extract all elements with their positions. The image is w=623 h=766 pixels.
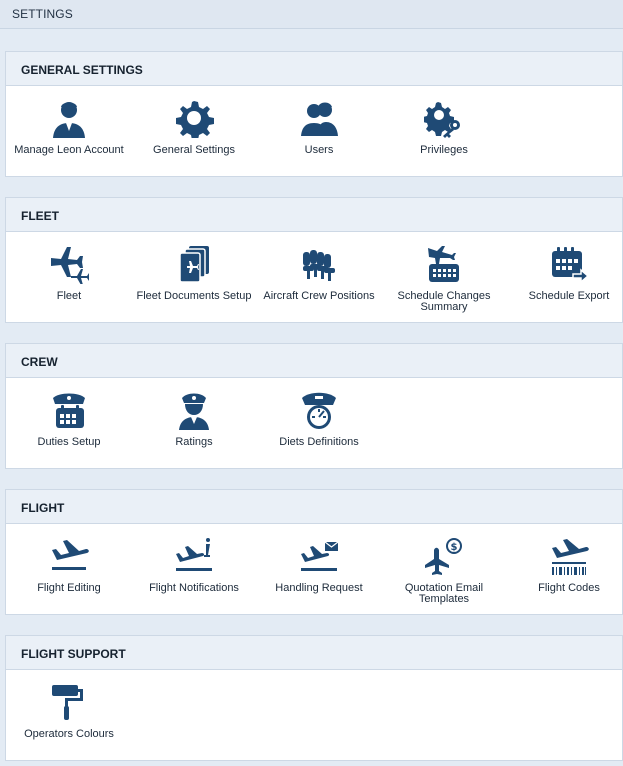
- tile-operators-colours[interactable]: Operators Colours: [9, 670, 129, 760]
- users-icon: [301, 102, 338, 136]
- page-title: SETTINGS: [12, 7, 73, 21]
- tile-label: Fleet: [56, 290, 82, 302]
- tile-label: Handling Request: [275, 582, 363, 594]
- section-title: FLEET: [21, 209, 59, 223]
- pilot-calendar-icon: [53, 393, 85, 428]
- crew-seats-icon: [303, 250, 335, 281]
- tile-flight-editing[interactable]: Flight Editing: [9, 524, 129, 614]
- calendar-export-icon: [552, 247, 589, 284]
- section-general-settings: GENERAL SETTINGS Manage Leon Account Gener…: [5, 51, 623, 177]
- tile-general-settings[interactable]: General Settings: [134, 86, 254, 176]
- section-header: FLIGHT SUPPORT: [6, 636, 622, 670]
- tile-duties-setup[interactable]: Duties Setup: [9, 378, 129, 468]
- tile-label: Ratings: [175, 436, 213, 448]
- tile-label: Privileges: [420, 144, 468, 156]
- section-header: FLIGHT: [6, 490, 622, 524]
- tile-users[interactable]: Users: [259, 86, 379, 176]
- tile-label: Diets Definitions: [279, 436, 359, 448]
- tile-manage-leon-account[interactable]: Manage Leon Account: [9, 86, 129, 176]
- section-header: CREW: [6, 344, 622, 378]
- plane-dollar-icon: $: [425, 538, 462, 575]
- tile-schedule-changes-summary[interactable]: Schedule Changes Summary: [384, 232, 504, 322]
- section-header: FLEET: [6, 198, 622, 232]
- tile-label: General Settings: [153, 144, 235, 156]
- section-flight: FLIGHT Flight Editing Flight Notifications…: [5, 489, 623, 615]
- tile-label: Flight Editing: [37, 582, 101, 594]
- tile-aircraft-crew-positions[interactable]: Aircraft Crew Positions: [259, 232, 379, 322]
- gear-icon: [176, 101, 214, 138]
- tile-quotation-email-templates[interactable]: $ Quotation Email Templates: [384, 524, 504, 614]
- person-icon: [53, 102, 85, 138]
- tile-label: Fleet Documents Setup: [136, 290, 252, 302]
- departure-barcode-icon: [552, 539, 589, 575]
- tile-label: Schedule Export: [528, 290, 610, 302]
- pilot-gauge-icon: [302, 392, 336, 429]
- documents-icon: [179, 246, 209, 283]
- tile-privileges[interactable]: Privileges: [384, 86, 504, 176]
- tile-flight-notifications[interactable]: Flight Notifications: [134, 524, 254, 614]
- section-crew: CREW Duties Setup Ratings Diets Definitions: [5, 343, 623, 469]
- section-header: GENERAL SETTINGS: [6, 52, 622, 86]
- schedule-changes-icon: [428, 246, 459, 282]
- section-title: GENERAL SETTINGS: [21, 63, 143, 77]
- section-flight-support: FLIGHT SUPPORT Operators Colours: [5, 635, 623, 761]
- tile-ratings[interactable]: Ratings: [134, 378, 254, 468]
- tile-label: Schedule Changes Summary: [397, 290, 491, 313]
- tile-diets-definitions[interactable]: Diets Definitions: [259, 378, 379, 468]
- tile-schedule-export[interactable]: Schedule Export: [509, 232, 623, 322]
- tile-label: Flight Notifications: [149, 582, 239, 594]
- pilot-icon: [179, 393, 209, 430]
- section-fleet: FLEET Fleet Fleet Documents Setup Aircraft …: [5, 197, 623, 323]
- departure-icon: [52, 540, 89, 570]
- tile-label: Manage Leon Account: [14, 144, 124, 156]
- tile-label: Users: [304, 144, 334, 156]
- tile-handling-request[interactable]: Handling Request: [259, 524, 379, 614]
- tile-label: Quotation Email Templates: [404, 582, 484, 605]
- section-title: CREW: [21, 355, 58, 369]
- paint-roller-icon: [52, 685, 83, 720]
- tile-fleet-documents-setup[interactable]: Fleet Documents Setup: [134, 232, 254, 322]
- tile-label: Duties Setup: [37, 436, 101, 448]
- tile-label: Operators Colours: [24, 728, 114, 740]
- departure-info-icon: [176, 538, 212, 571]
- gear-key-icon: [424, 102, 460, 138]
- top-bar: SETTINGS: [0, 0, 623, 29]
- svg-text:$: $: [451, 542, 458, 553]
- tile-label: Aircraft Crew Positions: [263, 290, 375, 302]
- section-title: FLIGHT: [21, 501, 65, 515]
- tile-fleet[interactable]: Fleet: [9, 232, 129, 322]
- tile-flight-codes[interactable]: Flight Codes: [509, 524, 623, 614]
- tile-label: Flight Codes: [538, 582, 600, 594]
- departure-mail-icon: [301, 541, 339, 571]
- section-title: FLIGHT SUPPORT: [21, 647, 126, 661]
- airplanes-icon: [51, 247, 89, 284]
